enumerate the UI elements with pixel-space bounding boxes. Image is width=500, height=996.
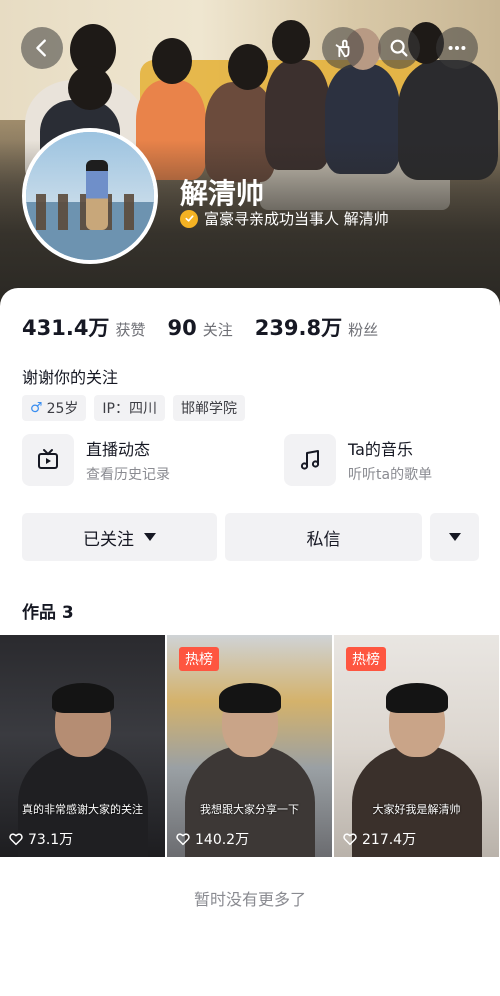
video-likes: 140.2万 bbox=[175, 829, 249, 849]
feature-subtitle: 听听ta的歌单 bbox=[348, 467, 433, 483]
video-thumbnail[interactable]: 真的非常感谢大家的关注 73.1万 bbox=[0, 635, 165, 857]
video-thumbnail[interactable]: 热榜 大家好我是解清帅 217.4万 bbox=[334, 635, 499, 857]
works-grid: 真的非常感谢大家的关注 73.1万 热榜 我想跟大家分享一下 140.2万 热榜… bbox=[0, 635, 499, 857]
works-title: 作品 3 bbox=[22, 603, 74, 623]
video-caption: 我想跟大家分享一下 bbox=[200, 803, 299, 816]
avatar-figure bbox=[86, 160, 108, 230]
hand-point-icon bbox=[335, 39, 350, 58]
search-button[interactable] bbox=[378, 27, 420, 69]
stat-label: 粉丝 bbox=[348, 321, 379, 339]
stats-row: 431.4万 获赞 90 关注 239.8万 粉丝 bbox=[22, 312, 378, 342]
heart-outline-icon bbox=[176, 833, 190, 846]
video-thumbnail[interactable]: 热榜 我想跟大家分享一下 140.2万 bbox=[167, 635, 332, 857]
heart-outline-icon bbox=[9, 833, 23, 846]
search-icon bbox=[390, 39, 408, 57]
stat-value: 90 bbox=[167, 316, 197, 340]
more-dots-icon bbox=[448, 45, 466, 51]
feature-subtitle: 查看历史记录 bbox=[86, 467, 170, 483]
verified-badge-icon bbox=[180, 209, 198, 228]
tags-row: ♂ 25岁 IP：四川 邯郸学院 bbox=[22, 395, 245, 421]
tag-ip: IP：四川 bbox=[94, 395, 165, 421]
video-person-hair bbox=[52, 683, 114, 713]
message-button[interactable]: 私信 bbox=[225, 513, 422, 561]
followed-button[interactable]: 已关注 bbox=[22, 513, 217, 561]
back-button[interactable] bbox=[21, 27, 63, 69]
action-buttons: 已关注 私信 bbox=[22, 513, 479, 561]
cover-person-head bbox=[68, 66, 112, 110]
stat-value: 239.8万 bbox=[254, 316, 343, 340]
bio-text: 谢谢你的关注 bbox=[22, 368, 119, 387]
video-likes: 217.4万 bbox=[342, 829, 416, 849]
more-button[interactable] bbox=[436, 27, 478, 69]
tag-gender-age: ♂ 25岁 bbox=[22, 395, 87, 421]
cover-person-head bbox=[228, 44, 268, 90]
gesture-button[interactable] bbox=[322, 27, 364, 69]
cover-person-head bbox=[272, 20, 310, 64]
feature-title: Ta的音乐 bbox=[348, 440, 413, 459]
hot-list-badge: 热榜 bbox=[346, 647, 386, 671]
tag-age: 25岁 bbox=[46, 401, 79, 417]
video-likes-count: 140.2万 bbox=[195, 832, 250, 848]
video-person-hair bbox=[386, 683, 448, 713]
video-likes-count: 73.1万 bbox=[28, 832, 74, 848]
verification-line: 富豪寻亲成功当事人 解清帅 bbox=[180, 208, 389, 229]
hot-list-badge: 热榜 bbox=[179, 647, 219, 671]
caret-down-icon bbox=[448, 533, 461, 541]
feature-title: 直播动态 bbox=[86, 440, 151, 459]
avatar[interactable] bbox=[22, 128, 158, 264]
video-caption: 大家好我是解清帅 bbox=[372, 803, 461, 816]
no-more-content-text: 暂时没有更多了 bbox=[193, 890, 306, 909]
stat-followers[interactable]: 239.8万 粉丝 bbox=[255, 312, 378, 342]
feature-entries: 直播动态 查看历史记录 Ta的音乐 听听ta的歌单 bbox=[22, 434, 500, 486]
stat-label: 关注 bbox=[202, 321, 233, 339]
feature-live-history[interactable]: 直播动态 查看历史记录 bbox=[22, 434, 262, 486]
stat-likes[interactable]: 431.4万 获赞 bbox=[22, 312, 145, 342]
followed-label: 已关注 bbox=[83, 529, 134, 550]
video-caption: 真的非常感谢大家的关注 bbox=[22, 803, 143, 816]
video-likes: 73.1万 bbox=[8, 829, 73, 849]
chevron-left-icon bbox=[36, 39, 46, 57]
more-actions-button[interactable] bbox=[430, 513, 479, 561]
video-likes-count: 217.4万 bbox=[362, 832, 417, 848]
cover-person-head bbox=[152, 38, 192, 84]
music-note-icon bbox=[284, 434, 336, 486]
profile-name: 解清帅 bbox=[180, 177, 265, 210]
stat-value: 431.4万 bbox=[22, 316, 110, 340]
verification-text: 富豪寻亲成功当事人 解清帅 bbox=[204, 210, 389, 228]
profile-card: 431.4万 获赞 90 关注 239.8万 粉丝 谢谢你的关注 ♂ 25岁 I… bbox=[0, 288, 500, 996]
heart-outline-icon bbox=[343, 833, 357, 846]
male-icon: ♂ bbox=[30, 400, 43, 416]
caret-down-icon bbox=[144, 533, 156, 541]
stat-label: 获赞 bbox=[115, 321, 146, 339]
video-person-hair bbox=[219, 683, 281, 713]
tag-school[interactable]: 邯郸学院 bbox=[172, 395, 245, 421]
tv-icon bbox=[22, 434, 74, 486]
stat-following[interactable]: 90 关注 bbox=[167, 316, 232, 340]
feature-music[interactable]: Ta的音乐 听听ta的歌单 bbox=[284, 434, 500, 486]
